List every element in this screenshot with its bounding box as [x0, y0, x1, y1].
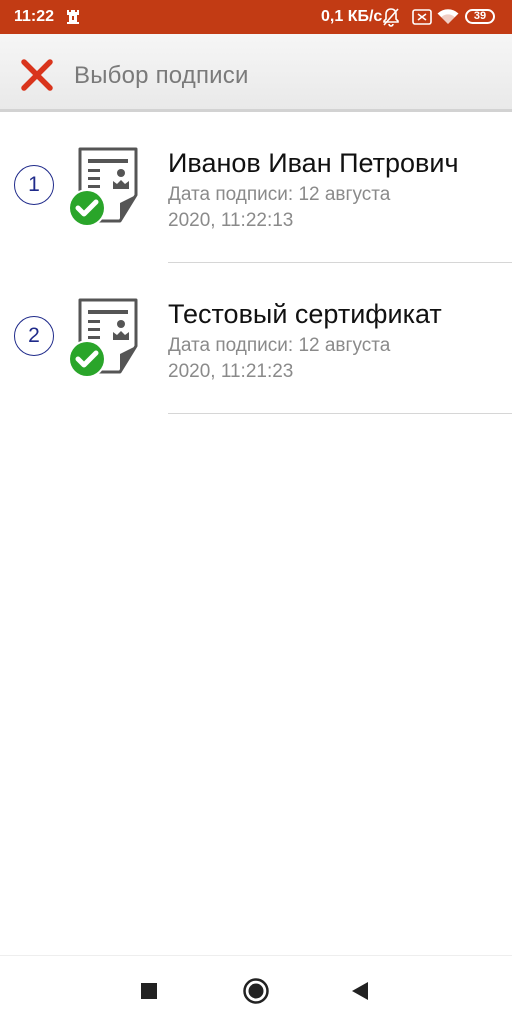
- bell-off-icon: [383, 8, 399, 27]
- recent-apps-icon[interactable]: [140, 982, 158, 1000]
- status-time: 11:22: [14, 8, 55, 25]
- battery-level: 39: [473, 10, 487, 22]
- page-title: Выбор подписи: [74, 62, 249, 89]
- app-bar: Выбор подписи: [0, 34, 512, 112]
- status-bar: 11:22 0,1 КБ/с 39: [0, 0, 512, 34]
- network-speed: 0,1 КБ/с: [321, 8, 383, 25]
- sim-off-icon: [412, 9, 432, 25]
- screen: 11:22 0,1 КБ/с 39 Выбор подписи 1 Иванов…: [0, 0, 512, 1024]
- certificate-valid-icon: [68, 298, 138, 378]
- signature-date: Дата подписи: 12 августа 2020, 11:22:13: [168, 182, 448, 234]
- signer-name: Тестовый сертификат: [168, 299, 442, 329]
- close-icon[interactable]: [20, 58, 54, 92]
- item-number-badge: 1: [14, 165, 54, 205]
- signature-date-line2: 2020, 11:21:23: [168, 361, 294, 382]
- castle-icon: [67, 10, 79, 24]
- home-icon[interactable]: [242, 977, 270, 1005]
- signature-date-line1: Дата подписи: 12 августа: [168, 184, 391, 205]
- list-item[interactable]: 2 Тестовый сертификат Дата подписи: 12 а…: [0, 263, 512, 414]
- signer-name: Иванов Иван Петрович: [168, 148, 459, 178]
- wifi-icon: [437, 9, 459, 24]
- divider: [168, 413, 512, 414]
- back-icon[interactable]: [350, 981, 370, 1001]
- signature-list: 1 Иванов Иван Петрович Дата подписи: 12 …: [0, 112, 512, 414]
- list-item[interactable]: 1 Иванов Иван Петрович Дата подписи: 12 …: [0, 112, 512, 263]
- battery-icon: 39: [465, 9, 495, 24]
- signature-date: Дата подписи: 12 августа 2020, 11:21:23: [168, 333, 448, 385]
- navigation-bar: [0, 955, 512, 1024]
- signature-date-line1: Дата подписи: 12 августа: [168, 335, 391, 356]
- signature-date-line2: 2020, 11:22:13: [168, 210, 294, 231]
- item-number-badge: 2: [14, 316, 54, 356]
- certificate-valid-icon: [68, 147, 138, 227]
